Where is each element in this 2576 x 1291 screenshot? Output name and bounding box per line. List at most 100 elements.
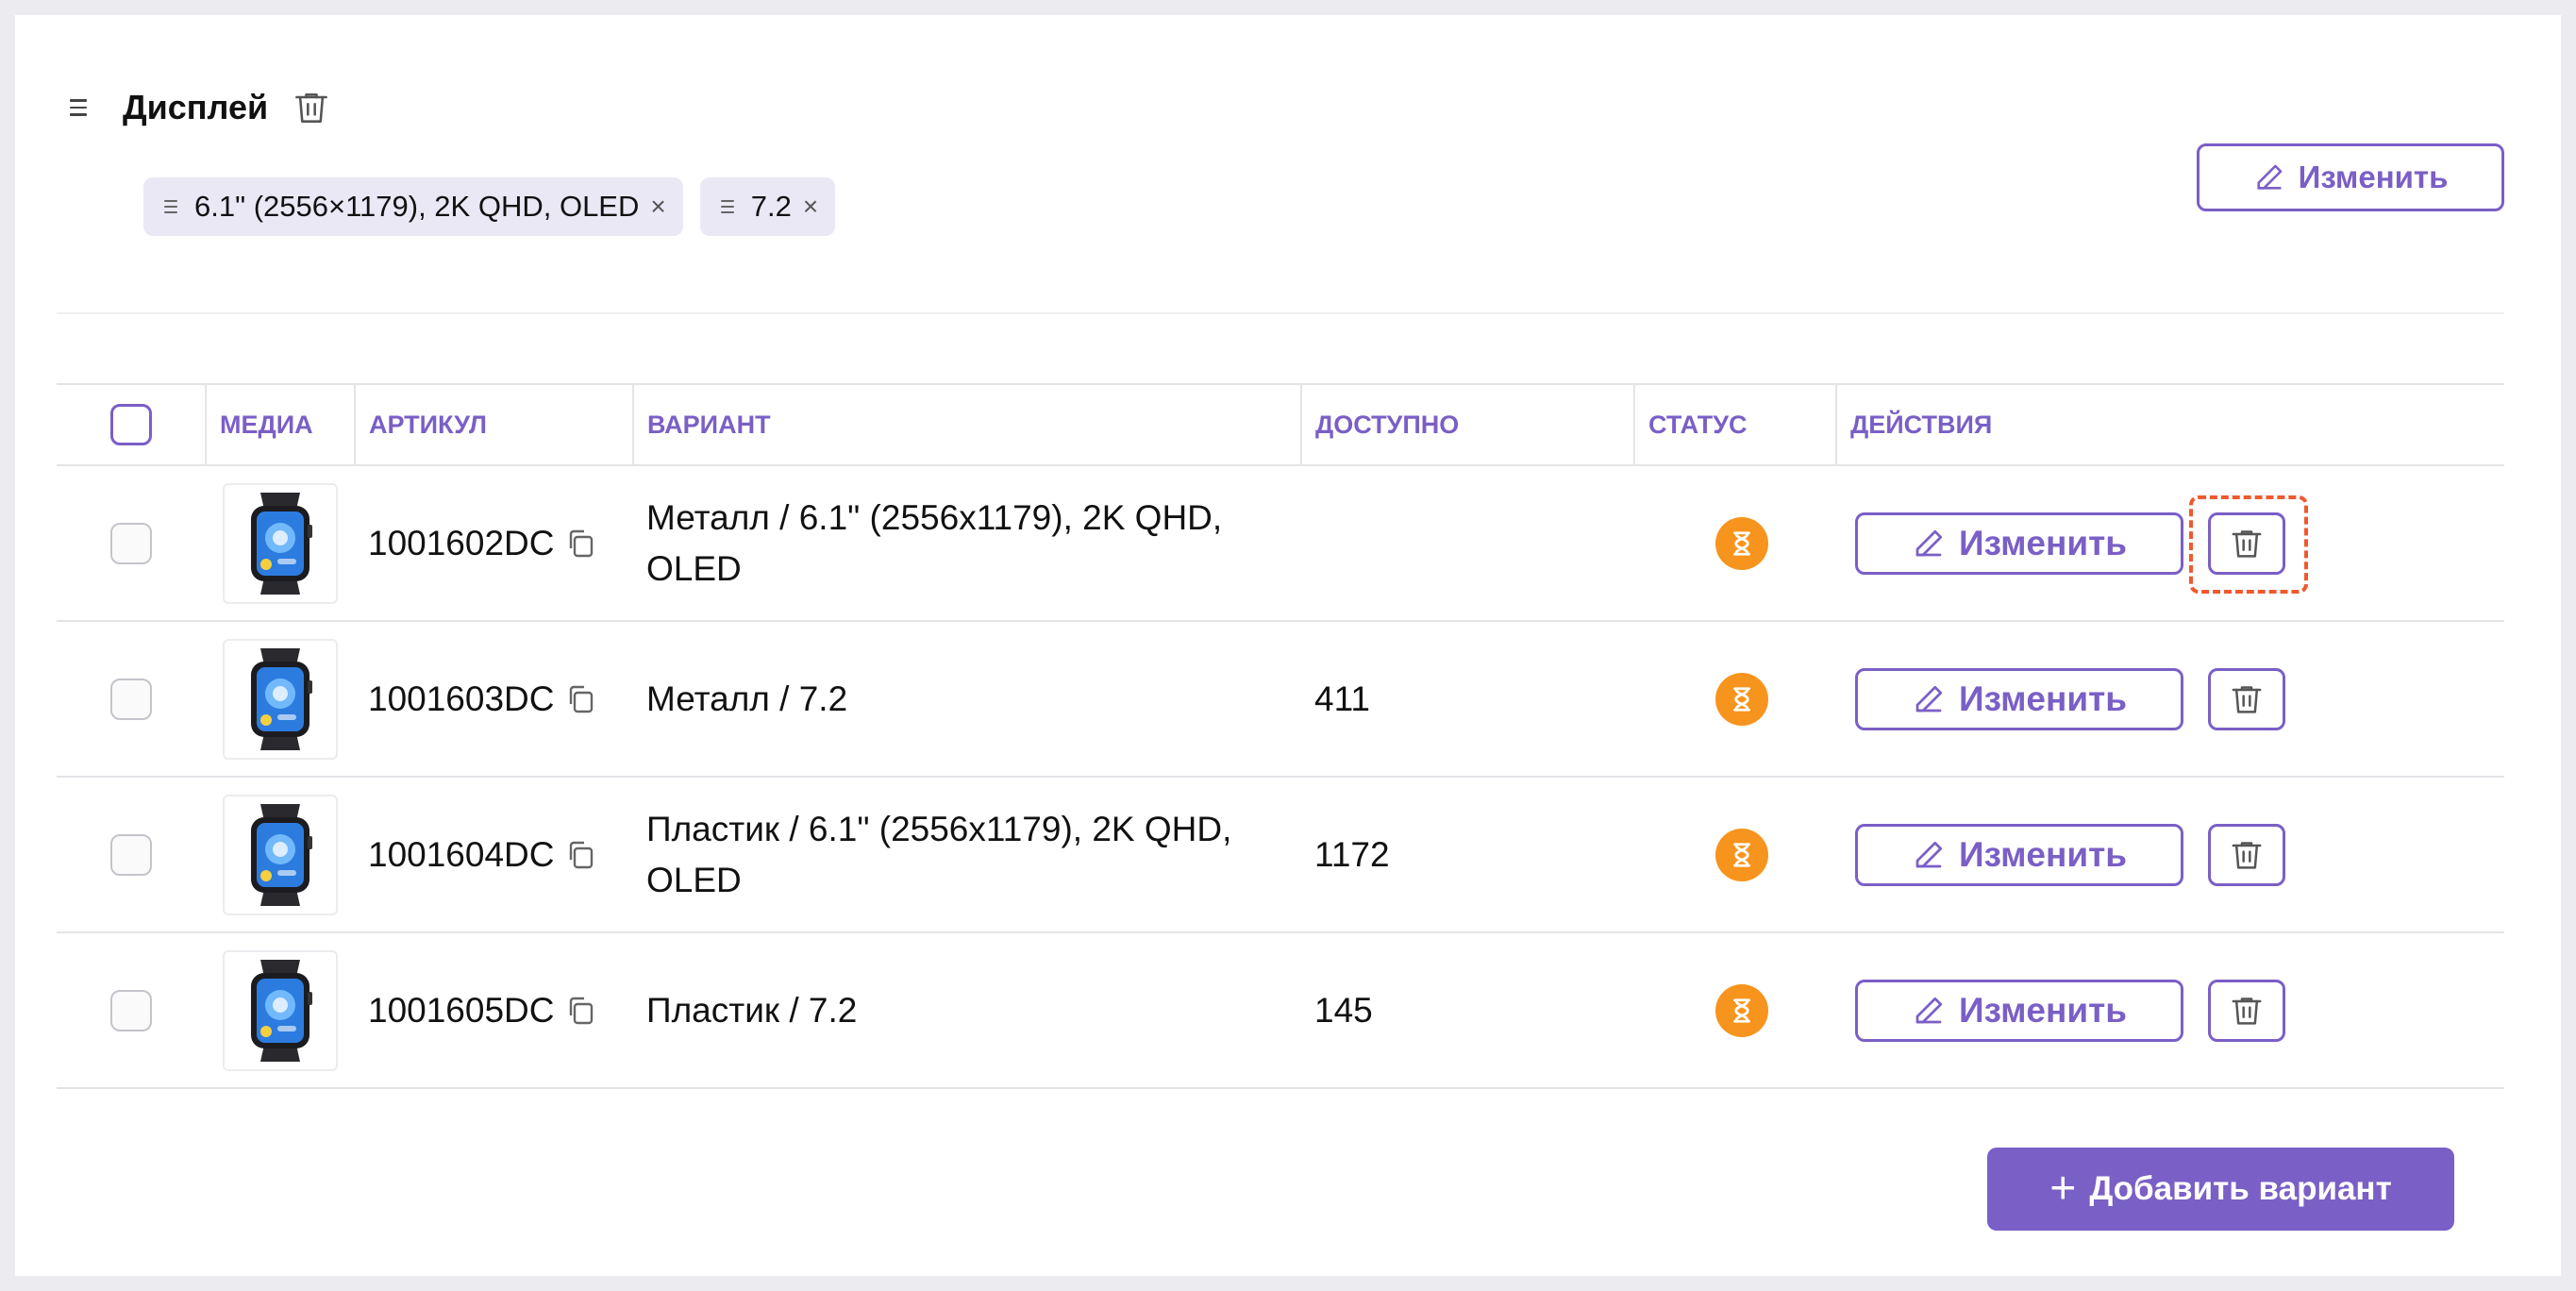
edit-variant-button[interactable]: Изменить (1855, 667, 2183, 730)
attribute-values: 6.1" (2556×1179), 2K QHD, OLED × 7.2 × (143, 177, 836, 236)
variants-table: МЕДИА АРТИКУЛ ВАРИАНТ ДОСТУПНО СТАТУС ДЕ… (57, 383, 2504, 1089)
copy-icon[interactable] (565, 995, 595, 1027)
status-cell (1634, 465, 1836, 621)
variant-cell: Металл / 6.1" (2556x1179), 2K QHD, OLED (633, 465, 1301, 621)
drag-handle-icon[interactable] (164, 200, 177, 213)
available-cell: 145 (1314, 990, 1373, 1030)
drag-handle-icon[interactable] (70, 99, 87, 116)
product-thumbnail[interactable] (223, 949, 338, 1071)
delete-variant-button[interactable] (2208, 667, 2285, 730)
variant-cell: Пластик / 6.1" (2556x1179), 2K QHD, OLED (633, 777, 1301, 932)
sku-value: 1001603DC (368, 679, 555, 718)
copy-icon[interactable] (565, 839, 595, 871)
edit-variant-button[interactable]: Изменить (1855, 979, 2183, 1042)
chip-label: 6.1" (2556×1179), 2K QHD, OLED (194, 190, 640, 223)
pencil-icon (2257, 164, 2282, 190)
variant-name: Металл / 7.2 (646, 679, 848, 718)
trash-icon (2232, 529, 2262, 558)
actions-cell: Изменить (1836, 777, 2504, 932)
hourglass-icon (1715, 516, 1768, 570)
value-chip[interactable]: 7.2 × (699, 177, 836, 236)
edit-label: Изменить (1959, 990, 2127, 1030)
delete-variant-button[interactable] (2208, 979, 2285, 1042)
value-chip[interactable]: 6.1" (2556×1179), 2K QHD, OLED × (143, 177, 683, 236)
sku-cell: 1001604DC (355, 777, 633, 932)
available-cell: 411 (1314, 679, 1370, 718)
hourglass-icon (1715, 672, 1768, 726)
media-cell (206, 465, 355, 621)
column-header-status: СТАТУС (1633, 384, 1836, 465)
pencil-icon (1915, 841, 1943, 867)
sku-value: 1001602DC (368, 523, 555, 562)
select-all-cell (57, 384, 206, 465)
variant-cell: Металл / 7.2 (633, 621, 1301, 777)
row-select-cell (57, 621, 206, 777)
close-icon[interactable]: × (650, 192, 665, 222)
delete-variant-button[interactable] (2208, 823, 2285, 886)
product-thumbnail[interactable] (223, 794, 338, 915)
row-select-cell (57, 932, 206, 1088)
chip-label: 7.2 (750, 190, 792, 223)
close-icon[interactable]: × (803, 192, 818, 222)
edit-variant-button[interactable]: Изменить (1855, 511, 2183, 575)
table-row: 1001603DC Металл / 7.2 411 Изменить (57, 621, 2504, 777)
media-cell (206, 621, 355, 777)
available-cell (1301, 465, 1634, 621)
edit-variant-button[interactable]: Изменить (1855, 823, 2183, 886)
sku-cell: 1001605DC (355, 932, 633, 1088)
copy-icon[interactable] (565, 528, 595, 560)
table-row: 1001605DC Пластик / 7.2 145 Изменить (57, 932, 2504, 1088)
table-header-row: МЕДИА АРТИКУЛ ВАРИАНТ ДОСТУПНО СТАТУС ДЕ… (57, 384, 2504, 465)
hourglass-icon (1715, 828, 1768, 881)
smartwatch-icon (251, 803, 312, 906)
trash-icon (2232, 685, 2262, 713)
table-row: 1001604DC Пластик / 6.1" (2556x1179), 2K… (57, 777, 2504, 932)
drag-handle-icon[interactable] (720, 200, 734, 213)
column-header-sku: АРТИКУЛ (354, 384, 633, 465)
table-row: 1001602DC Металл / 6.1" (2556x1179), 2K … (57, 465, 2504, 621)
attribute-header: Дисплей (70, 87, 332, 128)
copy-icon[interactable] (565, 683, 595, 715)
smartwatch-icon (251, 492, 312, 595)
media-cell (206, 777, 355, 932)
add-variant-button[interactable]: + Добавить вариант (1987, 1148, 2454, 1231)
sku-value: 1001605DC (368, 990, 555, 1030)
hourglass-icon (1715, 983, 1768, 1037)
trash-icon[interactable] (291, 87, 332, 128)
product-thumbnail[interactable] (223, 638, 338, 760)
status-cell (1634, 621, 1836, 777)
edit-label: Изменить (1959, 834, 2127, 874)
edit-label: Изменить (2298, 159, 2449, 194)
variant-cell: Пластик / 7.2 (633, 932, 1301, 1088)
row-checkbox[interactable] (110, 523, 152, 565)
edit-attribute-button[interactable]: Изменить (2197, 143, 2504, 211)
delete-variant-button[interactable] (2189, 495, 2308, 594)
actions-cell: Изменить (1836, 465, 2504, 621)
row-select-cell (57, 465, 206, 621)
sku-cell: 1001602DC (355, 465, 633, 621)
row-checkbox[interactable] (110, 990, 152, 1032)
product-thumbnail[interactable] (223, 482, 338, 604)
smartwatch-icon (251, 647, 312, 750)
plus-icon: + (2049, 1164, 2077, 1214)
variant-name: Пластик / 6.1" (2556x1179), 2K QHD, OLED (646, 809, 1232, 899)
sku-cell: 1001603DC (355, 621, 633, 777)
column-header-variant: ВАРИАНТ (632, 384, 1301, 465)
select-all-checkbox[interactable] (109, 404, 152, 445)
edit-label: Изменить (1959, 679, 2127, 718)
sku-value: 1001604DC (368, 834, 555, 874)
divider (57, 312, 2504, 314)
pencil-icon (1915, 529, 1943, 556)
media-cell (206, 932, 355, 1088)
row-checkbox[interactable] (110, 679, 152, 721)
status-cell (1634, 932, 1836, 1088)
available-cell: 1172 (1314, 834, 1390, 874)
actions-cell: Изменить (1836, 621, 2504, 777)
row-select-cell (57, 777, 206, 932)
variant-name: Металл / 6.1" (2556x1179), 2K QHD, OLED (646, 497, 1223, 588)
status-cell (1634, 777, 1836, 932)
variant-name: Пластик / 7.2 (646, 990, 858, 1030)
attribute-title: Дисплей (123, 88, 269, 126)
row-checkbox[interactable] (110, 834, 152, 877)
column-header-available: ДОСТУПНО (1300, 384, 1634, 465)
